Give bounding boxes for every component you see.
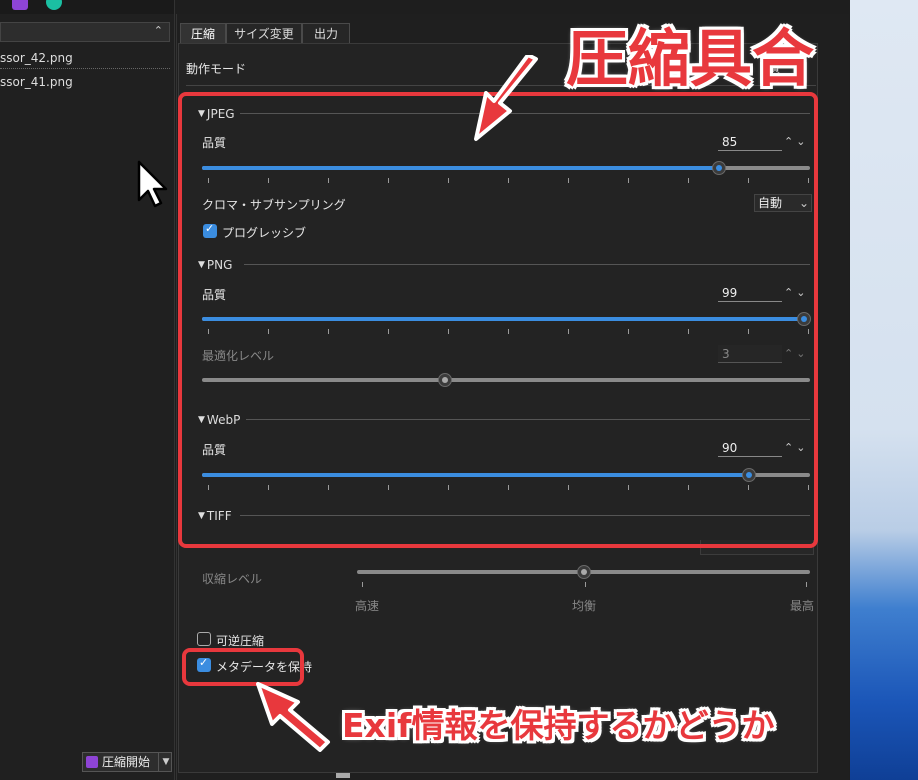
start-compress-dropdown[interactable]: ▼ bbox=[158, 752, 173, 772]
chevron-up-icon[interactable]: ⌃ bbox=[154, 24, 163, 37]
file-list-panel bbox=[0, 0, 175, 780]
tab-resize[interactable]: サイズ変更 bbox=[226, 23, 302, 44]
bottom-callout-text: Exif情報を保持するかどうか bbox=[342, 706, 775, 745]
compression-highlight-box bbox=[178, 92, 818, 548]
mouse-cursor-icon bbox=[137, 160, 168, 208]
top-callout-text: 圧縮具合 bbox=[566, 22, 815, 95]
lossless-label: 可逆圧縮 bbox=[216, 634, 265, 648]
file-list-header[interactable]: ⌃ bbox=[0, 22, 170, 42]
start-compress-label: 圧縮開始 bbox=[102, 755, 151, 769]
mode-label: 動作モード bbox=[186, 62, 247, 76]
app-icon[interactable] bbox=[12, 0, 28, 10]
file-list-item[interactable]: ssor_41.png bbox=[0, 72, 170, 92]
arrow-down-left-icon bbox=[474, 55, 538, 141]
file-list-item[interactable]: ssor_42.png bbox=[0, 48, 170, 69]
scale-best-label: 最高 bbox=[790, 599, 815, 613]
tab-compress[interactable]: 圧縮 bbox=[180, 23, 226, 44]
slider-tick bbox=[585, 582, 586, 587]
lossless-checkbox[interactable] bbox=[197, 632, 211, 646]
slider-tick bbox=[806, 582, 807, 587]
arrow-up-left-icon bbox=[256, 682, 330, 752]
compress-icon bbox=[86, 756, 98, 768]
tiff-level-slider-thumb[interactable] bbox=[576, 565, 591, 579]
scale-fast-label: 高速 bbox=[355, 599, 380, 613]
scale-balanced-label: 均衡 bbox=[572, 599, 597, 613]
resize-grip[interactable] bbox=[336, 773, 350, 778]
tiff-level-label: 収縮レベル bbox=[202, 572, 263, 586]
tab-output[interactable]: 出力 bbox=[302, 23, 350, 44]
desktop-background bbox=[850, 0, 918, 780]
slider-tick bbox=[362, 582, 363, 587]
